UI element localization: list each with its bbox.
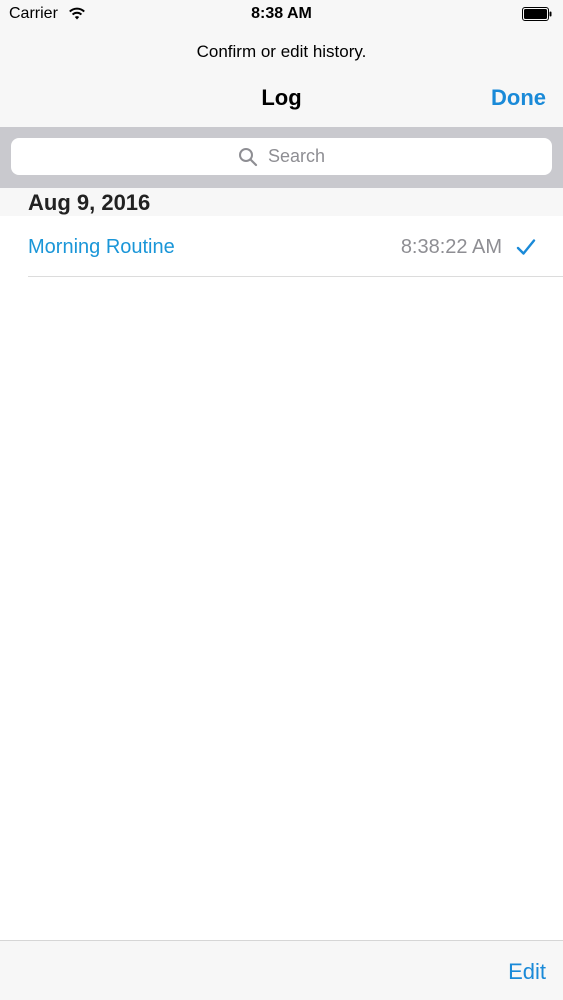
bottom-toolbar: Edit [0,940,563,1000]
search-icon [238,147,258,166]
section-date: Aug 9, 2016 [28,190,151,215]
nav-prompt: Confirm or edit history. [196,42,367,61]
section-header: Aug 9, 2016 [0,188,563,216]
navigation-bar: Confirm or edit history. Log Done [0,30,563,127]
table-row[interactable]: Morning Routine 8:38:22 AM [0,216,563,277]
done-button[interactable]: Done [491,85,546,111]
search-input[interactable]: Search [11,138,552,175]
status-bar: Carrier 8:38 AM [0,0,563,30]
row-time: 8:38:22 AM [400,236,502,258]
row-title: Morning Routine [28,236,175,258]
search-placeholder: Search [267,146,326,166]
battery-icon [522,7,552,21]
row-divider [28,276,563,277]
status-time: 8:38 AM [251,5,312,22]
edit-button[interactable]: Edit [508,959,546,985]
checkmark-icon [516,239,536,255]
page-title: Log [261,85,302,110]
search-bar: Search [0,127,563,188]
